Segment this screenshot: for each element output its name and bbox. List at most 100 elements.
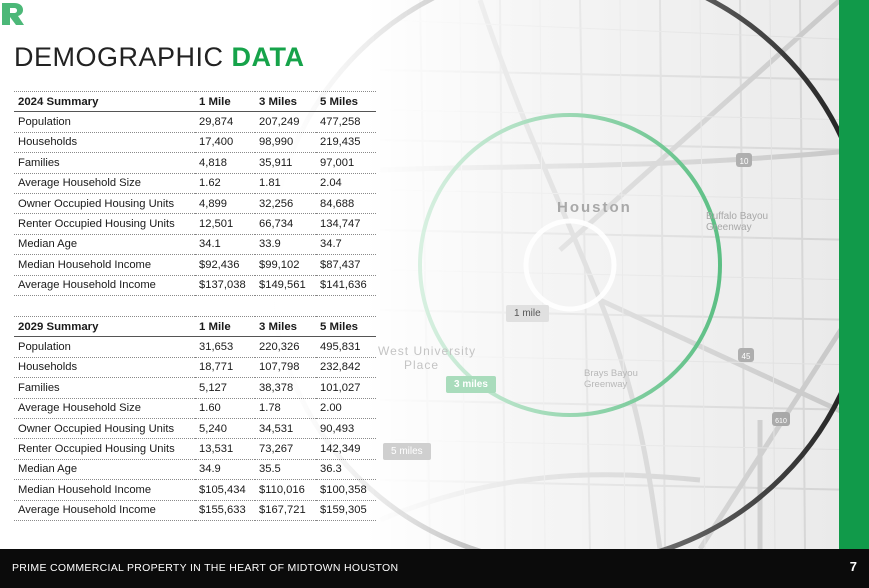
row-label: Median Household Income <box>14 254 195 276</box>
property-logo-pin-icon <box>2 3 24 25</box>
cell-3-miles: 1.81 <box>255 173 316 194</box>
cell-3-miles: 35.5 <box>255 459 316 481</box>
cell-5-miles: 34.7 <box>316 234 376 256</box>
row-label: Average Household Size <box>14 173 195 194</box>
header-cell: 3 Miles <box>255 91 316 113</box>
row-label: Renter Occupied Housing Units <box>14 213 195 235</box>
row-label: Owner Occupied Housing Units <box>14 193 195 215</box>
row-label: Owner Occupied Housing Units <box>14 418 195 440</box>
row-label: Average Household Size <box>14 398 195 419</box>
header-cell: 2029 Summary <box>14 316 195 338</box>
row-label: Average Household Income <box>14 500 195 521</box>
table-row: Population 31,653 220,326 495,831 <box>14 336 376 358</box>
cell-5-miles: $141,636 <box>316 275 376 296</box>
cell-3-miles: $110,016 <box>255 479 316 501</box>
row-label: Average Household Income <box>14 275 195 296</box>
cell-1-mile: 31,653 <box>195 336 255 358</box>
summary-2024-table: 2024 Summary 1 Mile 3 Miles 5 Miles Popu… <box>14 91 376 296</box>
table-row: Renter Occupied Housing Units 12,501 66,73… <box>14 213 376 235</box>
map-city-label: Houston <box>557 199 632 216</box>
cell-3-miles: $99,102 <box>255 254 316 276</box>
cell-1-mile: 17,400 <box>195 132 255 154</box>
cell-5-miles: 232,842 <box>316 357 376 379</box>
table-row: Households 18,771 107,798 232,842 <box>14 357 376 379</box>
cell-1-mile: 4,899 <box>195 193 255 215</box>
cell-3-miles: 35,911 <box>255 152 316 174</box>
cell-1-mile: $137,038 <box>195 275 255 296</box>
cell-5-miles: 36.3 <box>316 459 376 481</box>
cell-3-miles: 66,734 <box>255 213 316 235</box>
title-main: DEMOGRAPHIC <box>14 42 224 72</box>
cell-1-mile: $105,434 <box>195 479 255 501</box>
table-header-row: 2024 Summary 1 Mile 3 Miles 5 Miles <box>14 91 376 113</box>
cell-1-mile: 5,240 <box>195 418 255 440</box>
header-cell: 5 Miles <box>316 316 376 338</box>
table-row: Owner Occupied Housing Units 5,240 34,531 9… <box>14 418 376 440</box>
green-side-strip <box>839 0 869 549</box>
table-row: Population 29,874 207,249 477,258 <box>14 111 376 133</box>
cell-1-mile: 4,818 <box>195 152 255 174</box>
table-row: Renter Occupied Housing Units 13,531 73,26… <box>14 438 376 460</box>
cell-1-mile: $155,633 <box>195 500 255 521</box>
cell-5-miles: 495,831 <box>316 336 376 358</box>
cell-1-mile: 13,531 <box>195 438 255 460</box>
table-row: Households 17,400 98,990 219,435 <box>14 132 376 154</box>
cell-1-mile: 34.9 <box>195 459 255 481</box>
cell-5-miles: 90,493 <box>316 418 376 440</box>
table-row: Average Household Size 1.62 1.81 2.04 <box>14 173 376 194</box>
table-row: Families 4,818 35,911 97,001 <box>14 152 376 174</box>
cell-5-miles: 134,747 <box>316 213 376 235</box>
cell-3-miles: 220,326 <box>255 336 316 358</box>
cell-3-miles: 33.9 <box>255 234 316 256</box>
row-label: Families <box>14 152 195 174</box>
table-row: Average Household Income $155,633 $167,721… <box>14 500 376 521</box>
cell-5-miles: 101,027 <box>316 377 376 399</box>
cell-5-miles: 142,349 <box>316 438 376 460</box>
cell-3-miles: 34,531 <box>255 418 316 440</box>
cell-1-mile: 29,874 <box>195 111 255 133</box>
header-cell: 1 Mile <box>195 91 255 113</box>
cell-1-mile: 34.1 <box>195 234 255 256</box>
cell-5-miles: $159,305 <box>316 500 376 521</box>
cell-3-miles: 32,256 <box>255 193 316 215</box>
cell-5-miles: 219,435 <box>316 132 376 154</box>
cell-1-mile: 5,127 <box>195 377 255 399</box>
footer-text: PRIME COMMERCIAL PROPERTY IN THE HEART O… <box>12 562 399 574</box>
map-neighborhood-label: West University Place <box>378 344 477 372</box>
table-row: Average Household Income $137,038 $149,561… <box>14 275 376 296</box>
header-cell: 2024 Summary <box>14 91 195 113</box>
radius-label-1-mile: 1 mile <box>506 305 549 322</box>
row-label: Median Household Income <box>14 479 195 501</box>
cell-5-miles: 84,688 <box>316 193 376 215</box>
page-title: DEMOGRAPHIC DATA <box>14 42 305 73</box>
table-row: Families 5,127 38,378 101,027 <box>14 377 376 399</box>
table-row: Median Age 34.1 33.9 34.7 <box>14 234 376 256</box>
row-label: Population <box>14 336 195 358</box>
summary-2029-table: 2029 Summary 1 Mile 3 Miles 5 Miles Popu… <box>14 316 376 521</box>
header-cell: 5 Miles <box>316 91 376 113</box>
table-row: Owner Occupied Housing Units 4,899 32,256 8… <box>14 193 376 215</box>
cell-3-miles: 107,798 <box>255 357 316 379</box>
table-row: Median Household Income $105,434 $110,016 $… <box>14 479 376 501</box>
cell-5-miles: 2.00 <box>316 398 376 419</box>
cell-1-mile: $92,436 <box>195 254 255 276</box>
title-accent: DATA <box>231 42 305 72</box>
row-label: Median Age <box>14 234 195 256</box>
cell-1-mile: 1.60 <box>195 398 255 419</box>
radius-label-3-miles: 3 miles <box>446 376 496 393</box>
page-number: 7 <box>849 559 857 574</box>
table-header-row: 2029 Summary 1 Mile 3 Miles 5 Miles <box>14 316 376 338</box>
row-label: Households <box>14 357 195 379</box>
radius-label-5-miles: 5 miles <box>383 443 431 460</box>
cell-5-miles: $87,437 <box>316 254 376 276</box>
cell-3-miles: $167,721 <box>255 500 316 521</box>
cell-3-miles: 98,990 <box>255 132 316 154</box>
cell-5-miles: 2.04 <box>316 173 376 194</box>
cell-3-miles: 207,249 <box>255 111 316 133</box>
cell-5-miles: $100,358 <box>316 479 376 501</box>
cell-3-miles: 73,267 <box>255 438 316 460</box>
map-park-label-brays: Brays Bayou Greenway <box>584 368 638 390</box>
row-label: Families <box>14 377 195 399</box>
cell-1-mile: 12,501 <box>195 213 255 235</box>
map-park-label-buffalo: Buffalo Bayou Greenway <box>706 211 769 233</box>
